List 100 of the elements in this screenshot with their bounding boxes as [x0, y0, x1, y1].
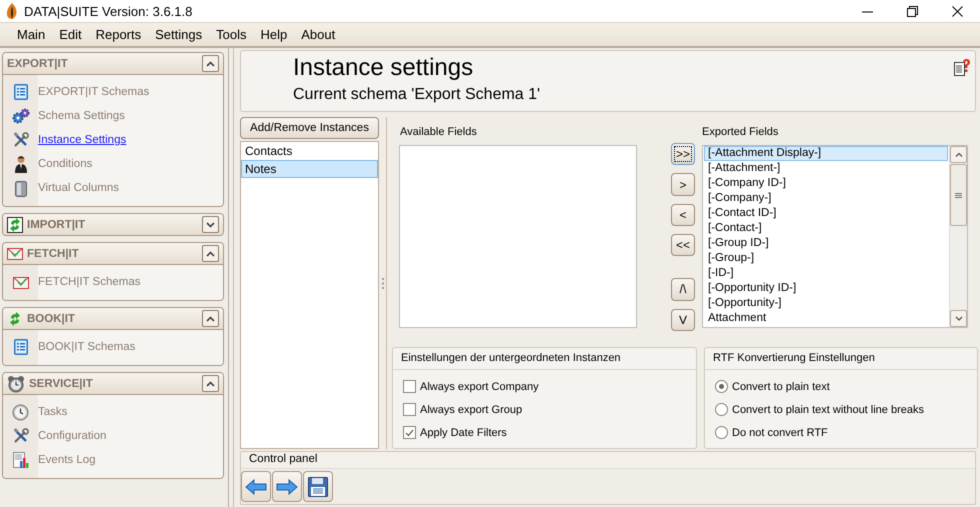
move-button[interactable]: > — [671, 173, 695, 196]
chevron-down-icon[interactable] — [954, 316, 962, 321]
add-remove-instances-button[interactable]: Add/Remove Instances — [240, 117, 379, 139]
sidebar-item[interactable]: EXPORT|IT Schemas — [38, 86, 150, 98]
radio-button[interactable] — [715, 403, 728, 416]
section-header[interactable]: BOOK|IT — [3, 308, 223, 330]
page-subtitle: Current schema 'Export Schema 1' — [293, 86, 540, 104]
sidebar-item[interactable]: Virtual Columns — [38, 182, 119, 194]
section-toggle[interactable] — [202, 245, 219, 262]
person-icon — [14, 155, 28, 173]
alarm-clock-icon — [7, 374, 25, 392]
gears-icon — [12, 108, 30, 124]
sidebar-item[interactable]: Schema Settings — [38, 110, 125, 122]
restore-icon[interactable] — [907, 6, 918, 16]
chevron-up-icon — [206, 250, 215, 256]
move-button[interactable]: /\ — [671, 278, 695, 301]
field-item[interactable]: [-Opportunity ID-] — [704, 281, 948, 296]
move-button[interactable]: >> — [671, 143, 695, 166]
sidebar-item[interactable]: FETCH|IT Schemas — [38, 276, 140, 288]
field-item[interactable]: [-Opportunity-] — [704, 296, 948, 311]
checkbox-label: Always export Company — [420, 380, 539, 392]
radio-button[interactable] — [715, 380, 728, 393]
chevron-up-icon — [206, 60, 215, 66]
chevron-up-icon[interactable] — [954, 152, 962, 157]
radio-label: Do not convert RTF — [732, 426, 828, 438]
instance-item[interactable]: Notes — [241, 160, 378, 178]
field-item[interactable]: [-Attachment Display-] — [704, 146, 948, 161]
sidebar-item[interactable]: Tasks — [38, 406, 68, 418]
list-icon — [14, 84, 28, 100]
section-header[interactable]: EXPORT|IT — [3, 53, 223, 75]
envelope-icon — [7, 247, 23, 260]
move-button[interactable]: V — [671, 308, 695, 331]
section-header[interactable]: FETCH|IT — [3, 243, 223, 265]
forward-button[interactable] — [272, 471, 302, 502]
field-item[interactable]: [-Contact-] — [704, 221, 948, 236]
field-item[interactable]: [-Group ID-] — [704, 236, 948, 251]
sidebar-item[interactable]: Conditions — [38, 158, 92, 170]
field-item[interactable]: [-Contact ID-] — [704, 206, 948, 221]
arrow-right-icon — [276, 478, 298, 494]
field-item[interactable]: [-Company-] — [704, 191, 948, 206]
radio-label: Convert to plain text — [732, 380, 830, 392]
back-button[interactable] — [241, 471, 271, 502]
sidebar-item[interactable]: Events Log — [38, 454, 96, 466]
radio-button[interactable] — [715, 426, 728, 439]
move-button[interactable]: < — [671, 204, 695, 226]
envelope-icon — [12, 276, 28, 288]
close-icon[interactable] — [952, 6, 963, 16]
checkbox[interactable] — [403, 403, 416, 416]
section-toggle[interactable] — [202, 375, 219, 392]
checkbox-label: Apply Date Filters — [420, 426, 507, 438]
list-icon — [14, 339, 28, 355]
sidebar-item[interactable]: BOOK|IT Schemas — [38, 341, 136, 353]
menu-item[interactable]: Help — [253, 27, 294, 42]
report-chart-icon — [12, 452, 28, 468]
save-button[interactable] — [303, 471, 333, 502]
checkbox-label: Always export Group — [420, 404, 522, 416]
tools-icon — [12, 132, 28, 148]
menu-item[interactable]: Tools — [209, 27, 254, 42]
panel-title: Control panel — [241, 452, 975, 469]
section-header[interactable]: IMPORT|IT — [3, 214, 223, 235]
menu-item[interactable]: Main — [10, 27, 52, 42]
field-item[interactable]: Attachment — [704, 311, 948, 326]
checkmark-icon — [405, 428, 414, 436]
section-toggle[interactable] — [202, 55, 219, 72]
field-label: Exported Fields — [702, 126, 780, 139]
window-title: DATA|SUITE Version: 3.6.1.8 — [24, 4, 192, 18]
tools-icon — [12, 428, 28, 444]
grip-icon — [955, 192, 962, 198]
arrow-left-icon — [245, 478, 267, 494]
section-header[interactable]: SERVICE|IT — [3, 373, 223, 395]
field-label: Available Fields — [400, 126, 478, 139]
menu-item[interactable]: Settings — [148, 27, 210, 42]
chevron-up-icon — [206, 380, 215, 386]
menu-item[interactable]: About — [294, 27, 342, 42]
move-button[interactable]: << — [671, 234, 695, 256]
app-logo-icon — [6, 3, 18, 19]
menu-item[interactable]: Reports — [88, 27, 148, 42]
sidebar-link[interactable]: Instance Settings — [38, 134, 126, 146]
section-toggle[interactable] — [202, 216, 219, 233]
refresh-icon — [7, 216, 23, 232]
group-title: RTF Konvertierung Einstellungen — [705, 348, 977, 370]
clock-icon — [12, 404, 29, 420]
scrollbar[interactable] — [949, 146, 967, 327]
page-title: Instance settings — [293, 54, 474, 82]
checkbox[interactable] — [403, 380, 416, 393]
section-toggle[interactable] — [202, 310, 219, 327]
instance-item[interactable]: Contacts — [241, 142, 378, 160]
radio-label: Convert to plain text without line breaks — [732, 404, 924, 416]
sidebar-item[interactable]: Configuration — [38, 430, 106, 442]
checkbox[interactable] — [403, 426, 416, 439]
group-title: Einstellungen der untergeordneten Instanzen — [393, 348, 696, 370]
field-item[interactable]: [-Attachment-] — [704, 161, 948, 176]
field-item[interactable]: [-Group-] — [704, 251, 948, 266]
cabinet-icon — [14, 180, 26, 196]
chevron-up-icon — [206, 316, 215, 322]
field-item[interactable]: [-Company ID-] — [704, 176, 948, 191]
chevron-down-icon — [206, 222, 215, 228]
menu-item[interactable]: Edit — [52, 27, 89, 42]
field-item[interactable]: [-ID-] — [704, 266, 948, 281]
help-icon[interactable] — [954, 59, 970, 77]
